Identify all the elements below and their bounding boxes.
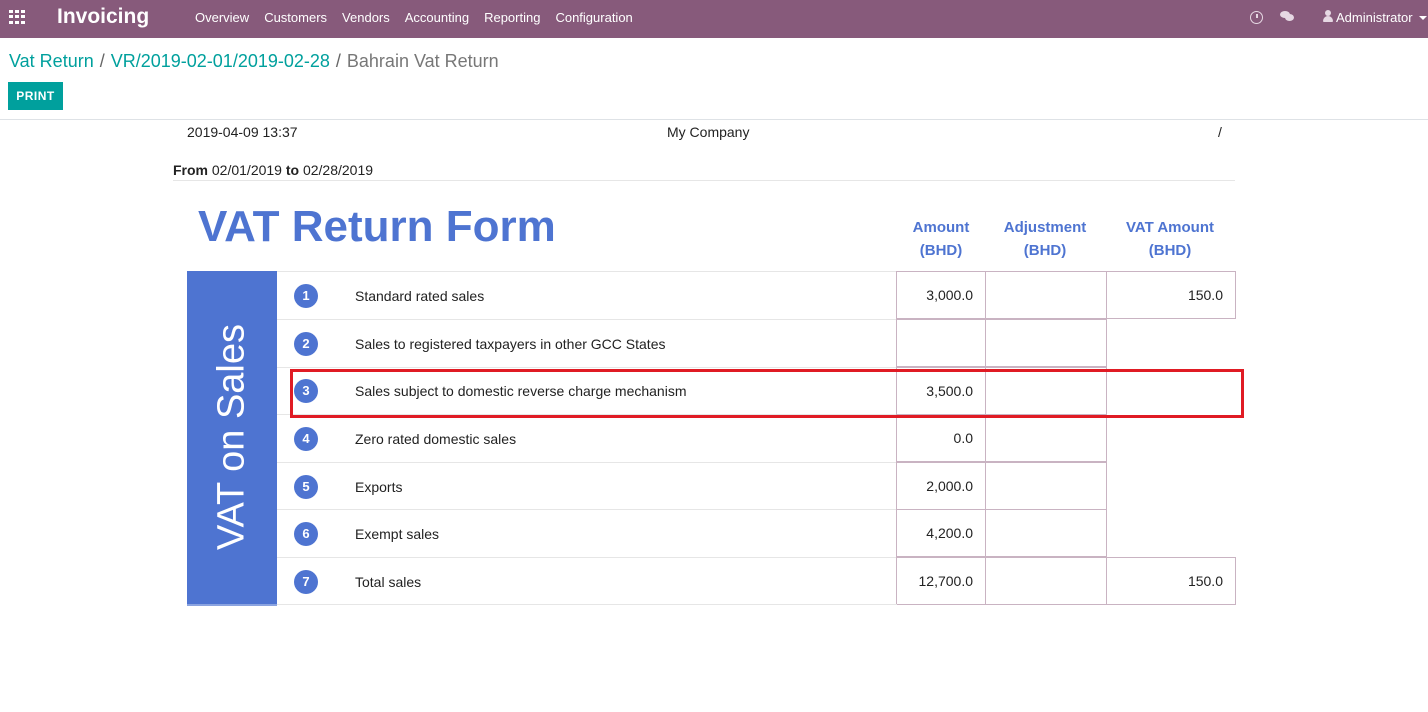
- adjustment-cell: [985, 509, 1107, 557]
- amount-cell: 0.0: [896, 414, 986, 462]
- row-label: Exempt sales: [355, 526, 440, 542]
- breadcrumb: Vat Return / VR/2019-02-01/2019-02-28/Bahr…: [9, 51, 499, 72]
- column-header-vat-amount: VAT Amount (BHD): [1110, 216, 1230, 262]
- amount-cell: 12,700.0: [896, 557, 986, 605]
- row-number-badge: 5: [294, 475, 318, 499]
- user-icon[interactable]: [1323, 10, 1333, 23]
- column-header-adjustment: Adjustment (BHD): [990, 216, 1100, 262]
- row-divider: [277, 367, 897, 368]
- adjustment-cell: [985, 557, 1107, 605]
- column-header-amount: Amount (BHD): [900, 216, 982, 262]
- highlight-box: [290, 369, 1244, 418]
- column-header-unit: (BHD): [1023, 242, 1067, 259]
- row-label: Exports: [355, 479, 403, 495]
- menu-overview[interactable]: Overview: [195, 10, 249, 25]
- apps-grid-icon[interactable]: [9, 10, 25, 24]
- column-header-unit: (BHD): [1148, 242, 1192, 259]
- app-title[interactable]: Invoicing: [57, 5, 149, 29]
- breadcrumb-vat-return[interactable]: Vat Return: [9, 51, 94, 71]
- adjustment-cell: [985, 319, 1107, 367]
- activity-clock-icon[interactable]: [1250, 11, 1263, 24]
- row-number-badge: 1: [294, 284, 318, 308]
- menu-accounting[interactable]: Accounting: [405, 10, 469, 25]
- column-header-unit: (BHD): [919, 242, 963, 259]
- column-header-line: Adjustment: [1003, 219, 1087, 236]
- adjustment-cell: [985, 271, 1107, 319]
- row-divider: [277, 319, 897, 320]
- main-menu: Overview Customers Vendors Accounting Re…: [195, 10, 648, 25]
- row-divider: [277, 271, 897, 272]
- row-label: Total sales: [355, 574, 422, 590]
- row-number-badge: 6: [294, 522, 318, 546]
- adjustment-cell: [985, 414, 1107, 462]
- caret-down-icon[interactable]: [1419, 16, 1427, 20]
- vat-amount-cell: 150.0: [1106, 271, 1236, 319]
- vat-amount-cell: 150.0: [1106, 557, 1236, 605]
- breadcrumb-current: Bahrain Vat Return: [346, 51, 499, 71]
- band-bottom-line: [187, 604, 277, 606]
- from-date: 02/01/2019: [211, 162, 282, 178]
- top-navbar: Invoicing Overview Customers Vendors Acc…: [0, 0, 1428, 38]
- print-button[interactable]: PRINT: [8, 82, 63, 110]
- row-label: Zero rated domestic sales: [355, 431, 517, 447]
- row-number-badge: 4: [294, 427, 318, 451]
- breadcrumb-separator: /: [335, 51, 341, 71]
- menu-vendors[interactable]: Vendors: [342, 10, 390, 25]
- breadcrumb-separator: /: [99, 51, 105, 71]
- report-period: From 02/01/2019 to 02/28/2019: [173, 162, 373, 178]
- to-label: to: [285, 162, 300, 178]
- from-label: From: [173, 162, 208, 178]
- row-divider: [277, 462, 897, 463]
- adjustment-cell: [985, 462, 1107, 510]
- amount-cell: [896, 319, 986, 367]
- row-number-badge: 2: [294, 332, 318, 356]
- form-title: VAT Return Form: [198, 202, 556, 251]
- user-menu[interactable]: Administrator: [1336, 10, 1413, 25]
- row-label: Standard rated sales: [355, 288, 485, 304]
- column-header-line: Amount: [912, 219, 970, 236]
- divider: [0, 119, 1428, 120]
- amount-cell: 3,000.0: [896, 271, 986, 319]
- amount-cell: 4,200.0: [896, 509, 986, 557]
- report-date: 2019-04-09 13:37: [187, 124, 298, 140]
- chat-icon[interactable]: [1280, 11, 1294, 21]
- amount-cell: 2,000.0: [896, 462, 986, 510]
- menu-configuration[interactable]: Configuration: [555, 10, 632, 25]
- breadcrumb-record[interactable]: VR/2019-02-01/2019-02-28: [111, 51, 330, 71]
- row-number-badge: 7: [294, 570, 318, 594]
- divider: [173, 180, 1235, 181]
- row-divider: [277, 604, 897, 605]
- row-label: Sales to registered taxpayers in other G…: [355, 336, 666, 352]
- menu-reporting[interactable]: Reporting: [484, 10, 540, 25]
- column-header-line: VAT Amount: [1125, 219, 1215, 236]
- row-divider: [277, 509, 897, 510]
- to-date: 02/28/2019: [302, 162, 374, 178]
- report-page-marker: /: [1218, 124, 1222, 140]
- menu-customers[interactable]: Customers: [264, 10, 327, 25]
- report-company: My Company: [667, 124, 750, 140]
- row-divider: [277, 557, 897, 558]
- vat-on-sales-label: VAT on Sales: [210, 323, 253, 551]
